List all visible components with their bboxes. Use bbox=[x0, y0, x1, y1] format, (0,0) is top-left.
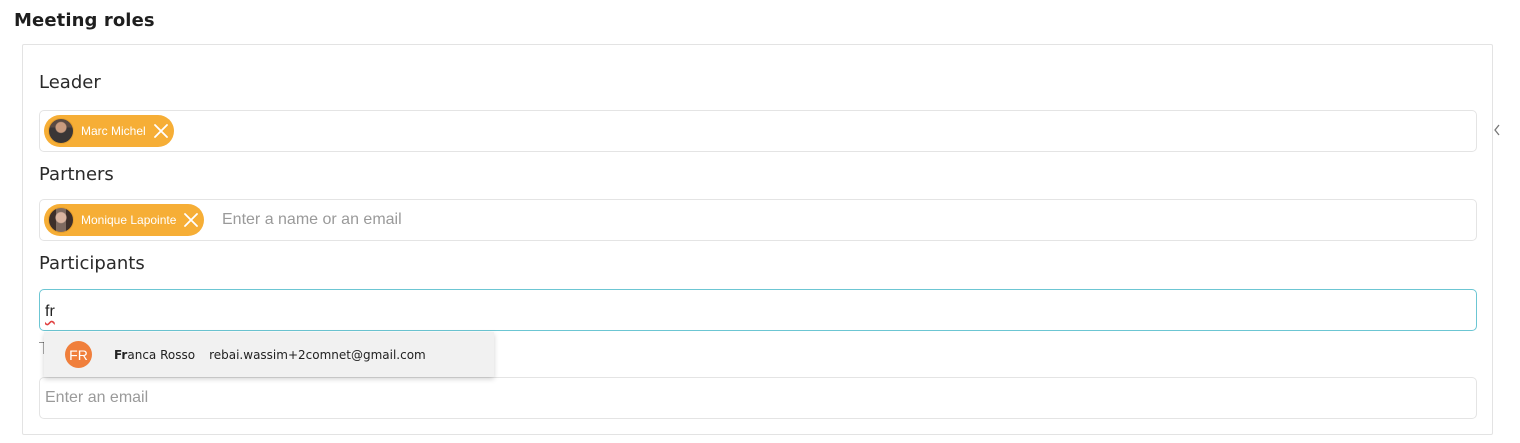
avatar bbox=[48, 118, 74, 144]
participants-label: Participants bbox=[39, 253, 145, 274]
leader-chip: Marc Michel bbox=[44, 115, 174, 147]
leader-field[interactable]: Marc Michel bbox=[39, 110, 1477, 152]
suggestion-dropdown[interactable]: FR Franca Rosso rebai.wassim+2comnet@gma… bbox=[44, 332, 494, 377]
close-icon[interactable] bbox=[153, 124, 168, 138]
partners-field[interactable]: Monique Lapointe Enter a name or an emai… bbox=[39, 199, 1477, 241]
suggestion-name-match: Fr bbox=[114, 347, 128, 362]
suggestion-email[interactable]: rebai.wassim+2comnet@gmail.com bbox=[209, 348, 426, 362]
close-icon[interactable] bbox=[184, 213, 199, 227]
chip-name: Marc Michel bbox=[81, 124, 146, 138]
partners-input-placeholder[interactable]: Enter a name or an email bbox=[222, 200, 402, 240]
partners-label: Partners bbox=[39, 164, 114, 185]
avatar: FR bbox=[65, 341, 92, 368]
chip-name: Monique Lapointe bbox=[81, 213, 177, 227]
leader-label: Leader bbox=[39, 72, 101, 93]
chevron-left-icon[interactable] bbox=[1493, 124, 1501, 136]
email-input-placeholder[interactable]: Enter an email bbox=[45, 378, 148, 418]
suggestion-name-rest: anca Rosso bbox=[127, 347, 196, 362]
suggestion-name[interactable]: Franca Rosso bbox=[114, 348, 195, 362]
email-field[interactable]: Enter an email bbox=[39, 377, 1477, 419]
avatar bbox=[48, 207, 74, 233]
section-title: Meeting roles bbox=[14, 10, 155, 31]
participants-input-value[interactable]: fr bbox=[45, 290, 55, 330]
participants-field[interactable]: fr bbox=[39, 289, 1477, 331]
partner-chip: Monique Lapointe bbox=[44, 204, 205, 236]
